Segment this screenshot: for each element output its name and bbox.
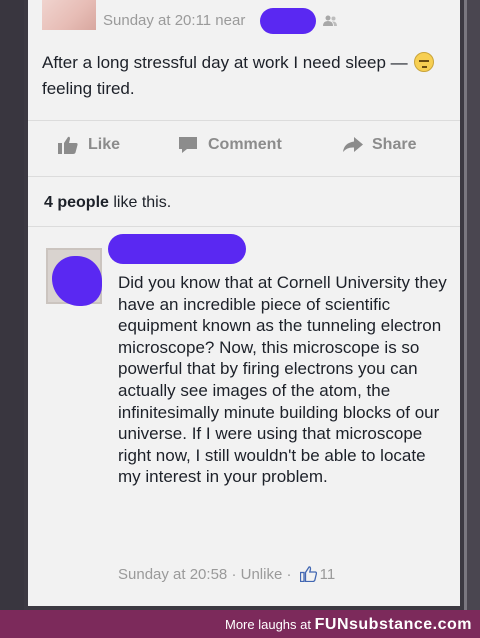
watermark-text: More laughs at FUNsubstance.com	[225, 616, 472, 634]
redacted-avatar	[52, 256, 102, 306]
friends-icon[interactable]	[323, 15, 337, 27]
divider	[28, 226, 460, 227]
separator: ·	[286, 566, 292, 583]
facebook-post-card: Sunday at 20:11 near After a long stress…	[28, 0, 460, 606]
thumbs-up-icon	[58, 136, 78, 154]
share-arrow-icon	[343, 137, 363, 152]
share-button[interactable]: Share	[342, 134, 452, 158]
background-right-edge	[464, 0, 480, 610]
post-timestamp[interactable]: Sunday at 20:11 near	[103, 12, 245, 29]
divider	[28, 176, 460, 177]
comment-time[interactable]: Sunday at 20:58	[118, 566, 227, 583]
post-text: After a long stressful day at work I nee…	[42, 53, 408, 72]
like-button[interactable]: Like	[58, 134, 158, 158]
redacted-commenter-name	[108, 234, 246, 264]
post-body: After a long stressful day at work I nee…	[42, 50, 452, 102]
divider	[28, 120, 460, 121]
watermark-brand: FUNsubstance.com	[314, 616, 472, 633]
redacted-location	[260, 8, 316, 34]
comment-meta: Sunday at 20:58 · Unlike · 11	[118, 566, 335, 583]
speech-bubble-icon	[179, 137, 197, 153]
watermark-footer: More laughs at FUNsubstance.com	[0, 610, 480, 638]
comment-text: Did you know that at Cornell University …	[118, 273, 447, 487]
post-actions-bar: Like Comment Share	[28, 128, 460, 164]
post-author-avatar[interactable]	[42, 0, 96, 30]
post-feeling[interactable]: feeling tired.	[42, 79, 135, 98]
background-left-edge	[0, 0, 24, 610]
likes-suffix: like this.	[113, 194, 172, 211]
share-label: Share	[372, 136, 417, 153]
post-header: Sunday at 20:11 near	[28, 0, 460, 34]
likes-count[interactable]: 4 people	[44, 194, 109, 211]
comment-button[interactable]: Comment	[178, 134, 308, 158]
separator: ·	[231, 566, 237, 583]
watermark-prefix: More laughs at	[225, 617, 311, 632]
commenter-avatar[interactable]	[46, 248, 102, 306]
likes-summary[interactable]: 4 people like this.	[44, 194, 171, 212]
comment-label: Comment	[208, 136, 282, 153]
tired-face-emoji-icon	[414, 52, 435, 72]
like-label: Like	[88, 136, 121, 153]
unlike-link[interactable]: Unlike	[241, 566, 283, 583]
comment-like-count[interactable]: 11	[320, 566, 336, 583]
like-thumb-icon	[299, 566, 317, 582]
